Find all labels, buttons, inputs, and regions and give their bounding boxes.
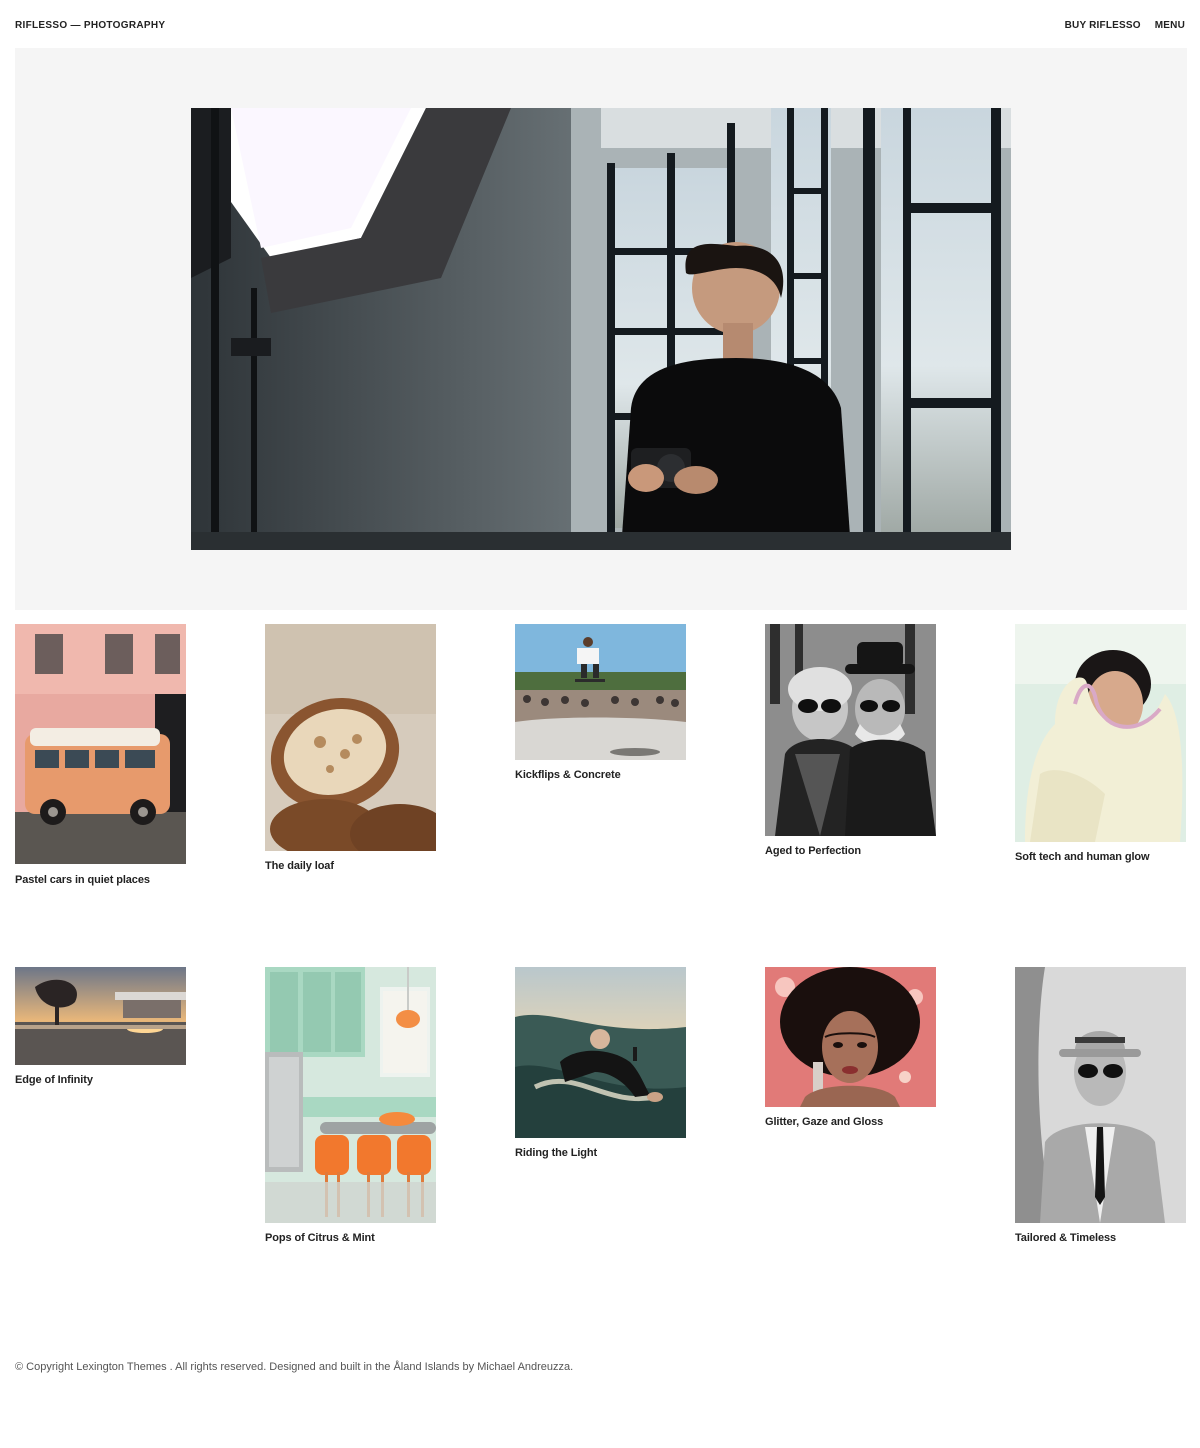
top-nav: BUY RIFLESSO MENU [1065, 20, 1185, 31]
gallery-thumb-aged-perfection [765, 624, 936, 836]
buy-riflesso-link[interactable]: BUY RIFLESSO [1065, 20, 1141, 31]
gallery-caption: Kickflips & Concrete [515, 769, 621, 781]
gallery-caption: Tailored & Timeless [1015, 1232, 1117, 1244]
gallery-thumb-riding-light [515, 967, 686, 1138]
gallery-caption: The daily loaf [265, 860, 334, 872]
gallery-caption: Pops of Citrus & Mint [265, 1232, 375, 1244]
hero-image [191, 108, 1011, 550]
gallery-caption: Pastel cars in quiet places [15, 874, 150, 886]
gallery-caption: Riding the Light [515, 1147, 598, 1159]
hero-section [15, 48, 1187, 610]
site-footer: © Copyright Lexington Themes . All right… [15, 1361, 573, 1373]
gallery-thumb-daily-loaf [265, 624, 436, 851]
gallery-thumb-tailored [1015, 967, 1186, 1223]
gallery-thumb-kickflips [515, 624, 686, 760]
gallery-caption: Aged to Perfection [765, 845, 861, 857]
gallery-thumb-glitter-gaze [765, 967, 936, 1107]
gallery-thumb-pastel-cars [15, 624, 186, 864]
site-logo-link[interactable]: RIFLESSO — PHOTOGRAPHY [15, 20, 165, 31]
gallery-caption: Soft tech and human glow [1015, 851, 1150, 863]
menu-button[interactable]: MENU [1155, 20, 1185, 31]
gallery-thumb-soft-tech [1015, 624, 1186, 842]
gallery-thumb-edge-infinity [15, 967, 186, 1065]
site-header: RIFLESSO — PHOTOGRAPHY BUY RIFLESSO MENU [15, 14, 1185, 36]
gallery-thumb-citrus-mint [265, 967, 436, 1223]
gallery-caption: Edge of Infinity [15, 1074, 93, 1086]
gallery-caption: Glitter, Gaze and Gloss [765, 1116, 884, 1128]
footer-copyright: © Copyright Lexington Themes . All right… [15, 1361, 574, 1373]
